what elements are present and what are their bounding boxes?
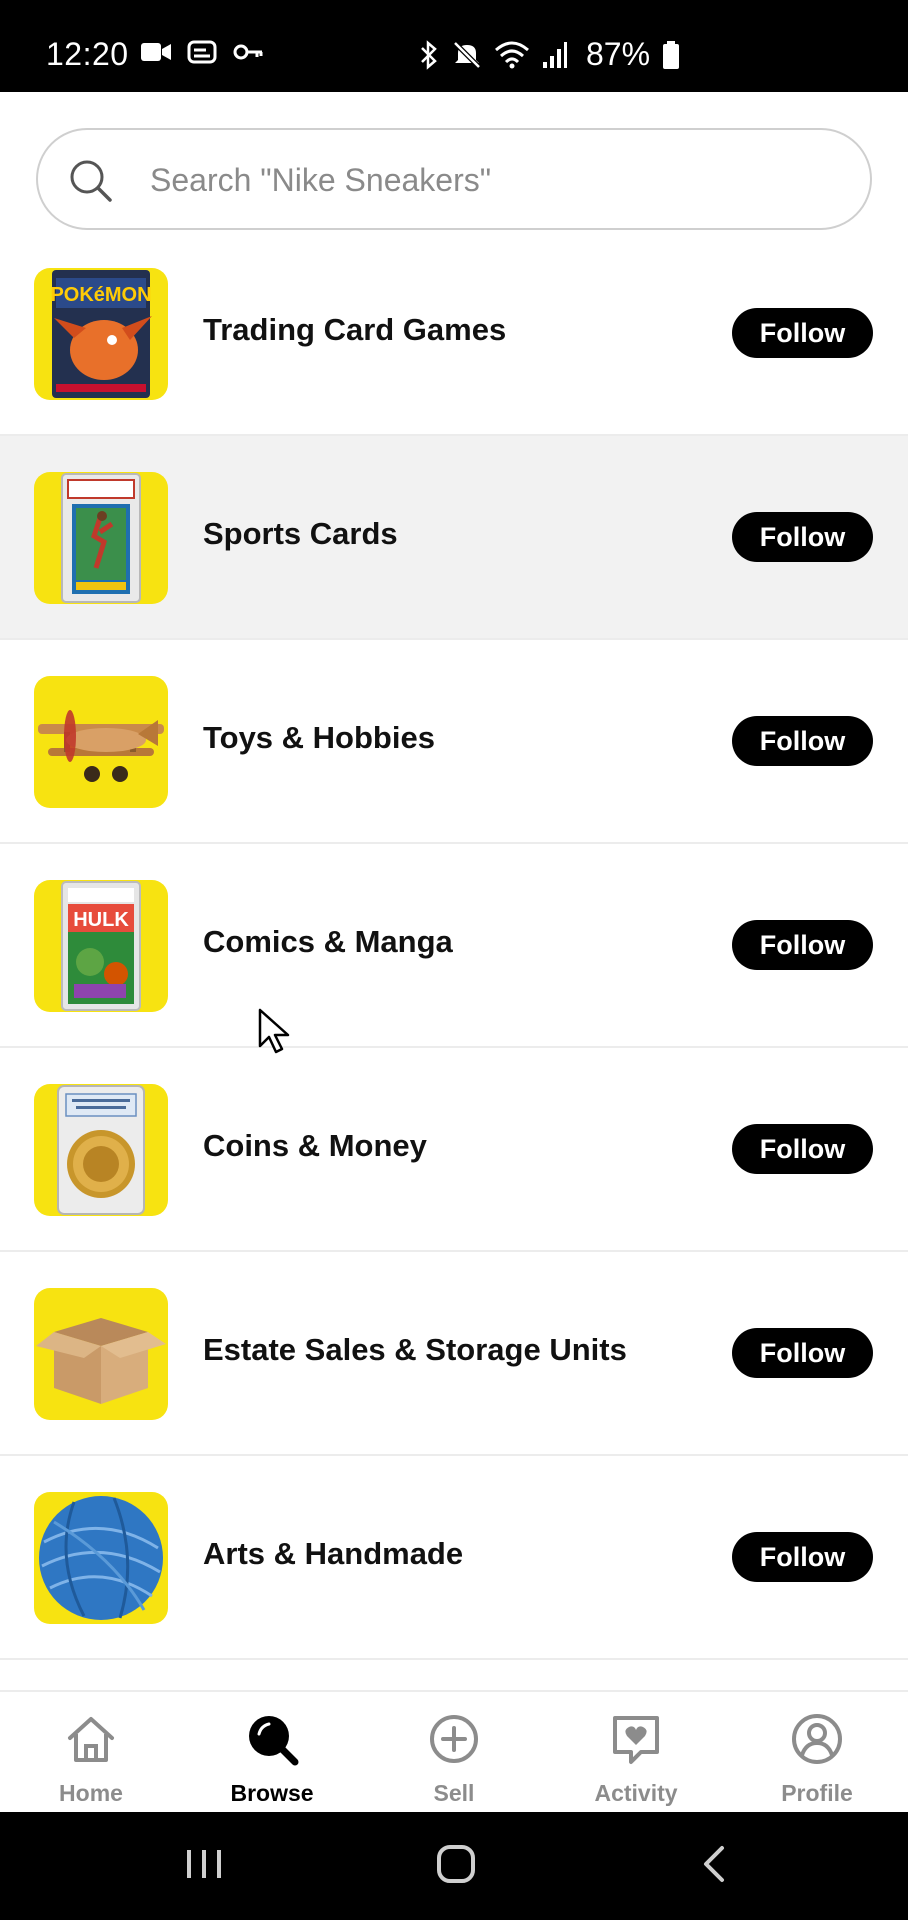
follow-button[interactable]: Follow <box>732 1328 873 1378</box>
mute-icon <box>453 40 481 69</box>
back-icon[interactable] <box>694 1842 734 1886</box>
browse-search-icon <box>249 1716 299 1766</box>
nav-sell[interactable]: Sell <box>363 1692 545 1814</box>
graded-coin-icon <box>34 1084 168 1216</box>
nav-label: Activity <box>594 1780 678 1806</box>
follow-button[interactable]: Follow <box>732 920 873 970</box>
mouse-cursor-icon <box>258 1008 290 1054</box>
video-icon <box>141 43 171 61</box>
recent-apps-icon[interactable] <box>184 1842 224 1886</box>
svg-text:POKéMON: POKéMON <box>50 284 151 306</box>
category-name: Comics & Manga <box>203 924 453 959</box>
cardboard-box-icon <box>34 1288 168 1420</box>
bottom-nav: Home Browse Sell Activity Profile <box>0 1690 908 1814</box>
nav-browse[interactable]: Browse <box>181 1692 363 1814</box>
category-name: Estate Sales & Storage Units <box>203 1332 627 1367</box>
toy-airplane-icon <box>34 676 168 808</box>
user-circle-icon <box>792 1714 842 1764</box>
follow-button[interactable]: Follow <box>732 716 873 766</box>
key-icon <box>233 44 263 60</box>
pokemon-card-pack-icon: POKéMON <box>34 268 168 400</box>
status-time: 12:20 <box>46 36 129 72</box>
home-icon <box>68 1717 114 1762</box>
search-icon <box>70 160 112 202</box>
category-list: POKéMON Trading Card Games Follow Sports… <box>0 232 908 1660</box>
category-row[interactable]: Coins & Money Follow <box>0 1048 908 1252</box>
category-name: Trading Card Games <box>203 312 507 347</box>
category-name: Coins & Money <box>203 1128 427 1163</box>
category-row[interactable]: Estate Sales & Storage Units Follow <box>0 1252 908 1456</box>
graded-sports-card-icon <box>34 472 168 604</box>
follow-button[interactable]: Follow <box>732 512 873 562</box>
yarn-ball-icon <box>34 1492 168 1624</box>
search-input[interactable] <box>148 130 852 230</box>
heart-chat-icon <box>613 1716 659 1764</box>
comic-book-icon: HULK <box>34 880 168 1012</box>
nav-activity[interactable]: Activity <box>545 1692 727 1814</box>
battery-percent: 87% <box>586 36 651 72</box>
svg-text:HULK: HULK <box>73 909 129 931</box>
cast-icon <box>187 40 217 64</box>
follow-button[interactable]: Follow <box>732 308 873 358</box>
wifi-icon <box>495 41 529 68</box>
nav-profile[interactable]: Profile <box>726 1692 908 1814</box>
follow-button[interactable]: Follow <box>732 1124 873 1174</box>
category-row[interactable]: HULK Comics & Manga Follow <box>0 844 908 1048</box>
battery-icon <box>663 40 680 69</box>
plus-circle-icon <box>430 1715 478 1763</box>
search-box[interactable] <box>36 128 872 230</box>
nav-label: Home <box>59 1780 123 1806</box>
home-button-icon[interactable] <box>436 1842 476 1886</box>
nav-home[interactable]: Home <box>0 1692 182 1814</box>
status-right-icons: 87% <box>418 36 680 73</box>
nav-label: Sell <box>433 1780 475 1806</box>
system-nav-bar <box>0 1812 908 1920</box>
category-row[interactable]: POKéMON Trading Card Games Follow <box>0 232 908 436</box>
status-bar: 12:20 87% <box>0 0 908 92</box>
category-row[interactable]: Sports Cards Follow <box>0 436 908 640</box>
category-name: Arts & Handmade <box>203 1536 464 1571</box>
nav-label: Browse <box>230 1780 314 1806</box>
category-row[interactable]: Arts & Handmade Follow <box>0 1456 908 1660</box>
follow-button[interactable]: Follow <box>732 1532 873 1582</box>
nav-label: Profile <box>781 1780 853 1806</box>
category-row[interactable]: Toys & Hobbies Follow <box>0 640 908 844</box>
category-name: Sports Cards <box>203 516 398 551</box>
bluetooth-icon <box>421 39 437 70</box>
status-left-icons <box>140 40 264 64</box>
category-name: Toys & Hobbies <box>203 720 435 755</box>
signal-icon <box>543 41 567 68</box>
